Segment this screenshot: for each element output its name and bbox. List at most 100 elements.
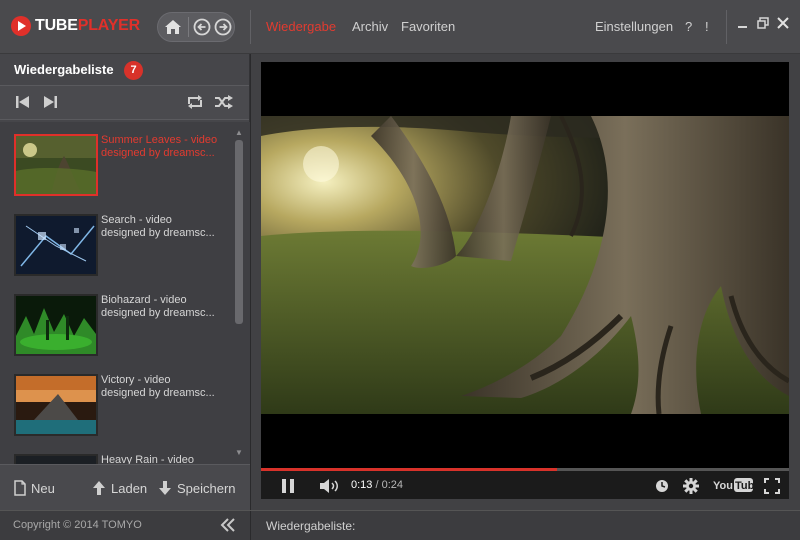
forward-icon [214,18,232,36]
playlist-item[interactable]: Biohazard - video designed by dreamsc... [0,294,232,366]
playlist-item[interactable]: Summer Leaves - video designed by dreams… [0,134,232,206]
playlist-item-title: Summer Leaves - video [101,134,218,146]
new-playlist-button[interactable]: Neu [14,480,55,496]
back-button[interactable] [193,17,212,37]
video-thumbnail [14,454,98,464]
playlist-item[interactable]: Search - video designed by dreamsc... [0,214,232,286]
clock-icon [656,480,668,492]
copyright-text: Copyright © 2014 TOMYO [13,519,142,531]
thumbnail-search [16,216,96,274]
repeat-button[interactable] [186,95,204,111]
close-icon [777,17,789,29]
save-playlist-button[interactable]: Speichern [158,480,236,496]
duration: 0:24 [381,479,404,491]
playlist-item[interactable]: Victory - video designed by dreamsc... [0,374,232,446]
home-icon [165,20,182,34]
video-thumbnail [14,134,98,196]
time-separator: / [372,479,382,491]
playlist-item-text: Heavy Rain - video [101,454,225,464]
thumbnail-heavy-rain [16,456,96,464]
load-label: Laden [111,480,148,496]
settings-button[interactable] [683,478,699,497]
playlist-count-badge: 7 [124,61,143,80]
next-button[interactable] [42,95,60,111]
maximize-button[interactable] [757,16,769,33]
pause-button[interactable] [281,479,295,496]
current-time: 0:13 [351,479,373,491]
info-button[interactable]: ! [705,19,709,34]
volume-button[interactable] [319,479,341,496]
new-label: Neu [31,480,55,496]
video-thumbnail [14,374,98,436]
repeat-icon [188,95,202,109]
double-chevron-left-icon [220,518,235,532]
forward-button[interactable] [213,17,232,37]
shuffle-button[interactable] [214,95,233,111]
playlist-item-text: Victory - video designed by dreamsc... [101,374,225,400]
video-area: 0:13 / 0:24 You Tube [251,54,800,510]
playlist-item-title: Heavy Rain - video [101,454,194,464]
home-button[interactable] [164,17,183,37]
playlist-status-label: Wiedergabeliste: [266,519,356,533]
navigation-pill [157,12,235,42]
status-divider [250,511,251,540]
playlist-title: Wiedergabeliste [14,62,114,77]
playlist-item-title: Search - video [101,214,172,226]
minimize-button[interactable] [737,16,749,33]
playlist-item-text: Biohazard - video designed by dreamsc... [101,294,225,320]
video-player[interactable]: 0:13 / 0:24 You Tube [261,62,789,499]
scroll-down-arrow[interactable]: ▼ [235,448,243,457]
nav-divider [187,17,189,37]
help-button[interactable]: ? [685,19,692,34]
status-bar: Copyright © 2014 TOMYO Wiedergabeliste: [0,510,800,540]
volume-icon [320,479,338,493]
time-display: 0:13 / 0:24 [351,479,403,491]
tab-wiedergabe[interactable]: Wiedergabe [266,19,336,34]
playlist-scrollbar-thumb[interactable] [235,140,243,324]
youtube-button[interactable]: You Tube [713,477,753,493]
playlist-item-subtitle: designed by dreamsc... [101,387,215,399]
svg-text:You: You [713,480,733,492]
document-icon [14,480,26,496]
playlist-item-title: Biohazard - video [101,294,187,306]
thumbnail-summer-leaves [16,136,96,194]
watch-later-button[interactable] [655,479,669,496]
shuffle-icon [215,95,233,109]
close-button[interactable] [777,16,789,33]
tab-archiv[interactable]: Archiv [352,19,388,34]
pause-icon [282,479,294,493]
logo-text-tube: TUBE [35,17,78,34]
title-bar: TUBE PLAYER Wiedergabe Archiv Favoriten … [0,0,800,54]
app-logo: TUBE PLAYER [11,15,140,37]
video-frame-image [261,116,789,414]
scroll-up-arrow[interactable]: ▲ [235,128,243,137]
video-frame[interactable] [261,116,789,414]
playlist-item-title: Victory - video [101,374,171,386]
load-playlist-button[interactable]: Laden [92,480,147,496]
logo-text-player: PLAYER [77,17,140,34]
playlist-item-text: Search - video designed by dreamsc... [101,214,225,240]
previous-icon [16,96,29,108]
download-arrow-icon [159,481,171,495]
playlist-item-subtitle: designed by dreamsc... [101,307,215,319]
gear-icon [683,478,699,494]
playlist-panel: Wiedergabeliste 7 Summer Leaves - video … [0,54,250,510]
playlist-item[interactable]: Heavy Rain - video [0,454,232,464]
playlist-header: Wiedergabeliste 7 [0,54,249,86]
playlist-actions: Neu Laden Speichern [0,464,250,510]
save-label: Speichern [177,480,236,496]
play-logo-icon [11,16,31,36]
fullscreen-button[interactable] [764,478,780,497]
upload-arrow-icon [93,481,105,495]
player-controls: 0:13 / 0:24 You Tube [261,471,789,499]
playlist-controls [0,86,249,120]
tab-favoriten[interactable]: Favoriten [401,19,455,34]
previous-button[interactable] [15,95,33,111]
maximize-icon [757,17,769,29]
settings-menu[interactable]: Einstellungen [595,19,673,34]
playlist-list: Summer Leaves - video designed by dreams… [0,122,250,464]
next-icon [44,96,57,108]
back-icon [193,18,211,36]
collapse-panel-button[interactable] [220,515,236,538]
playlist-item-subtitle: designed by dreamsc... [101,147,215,159]
